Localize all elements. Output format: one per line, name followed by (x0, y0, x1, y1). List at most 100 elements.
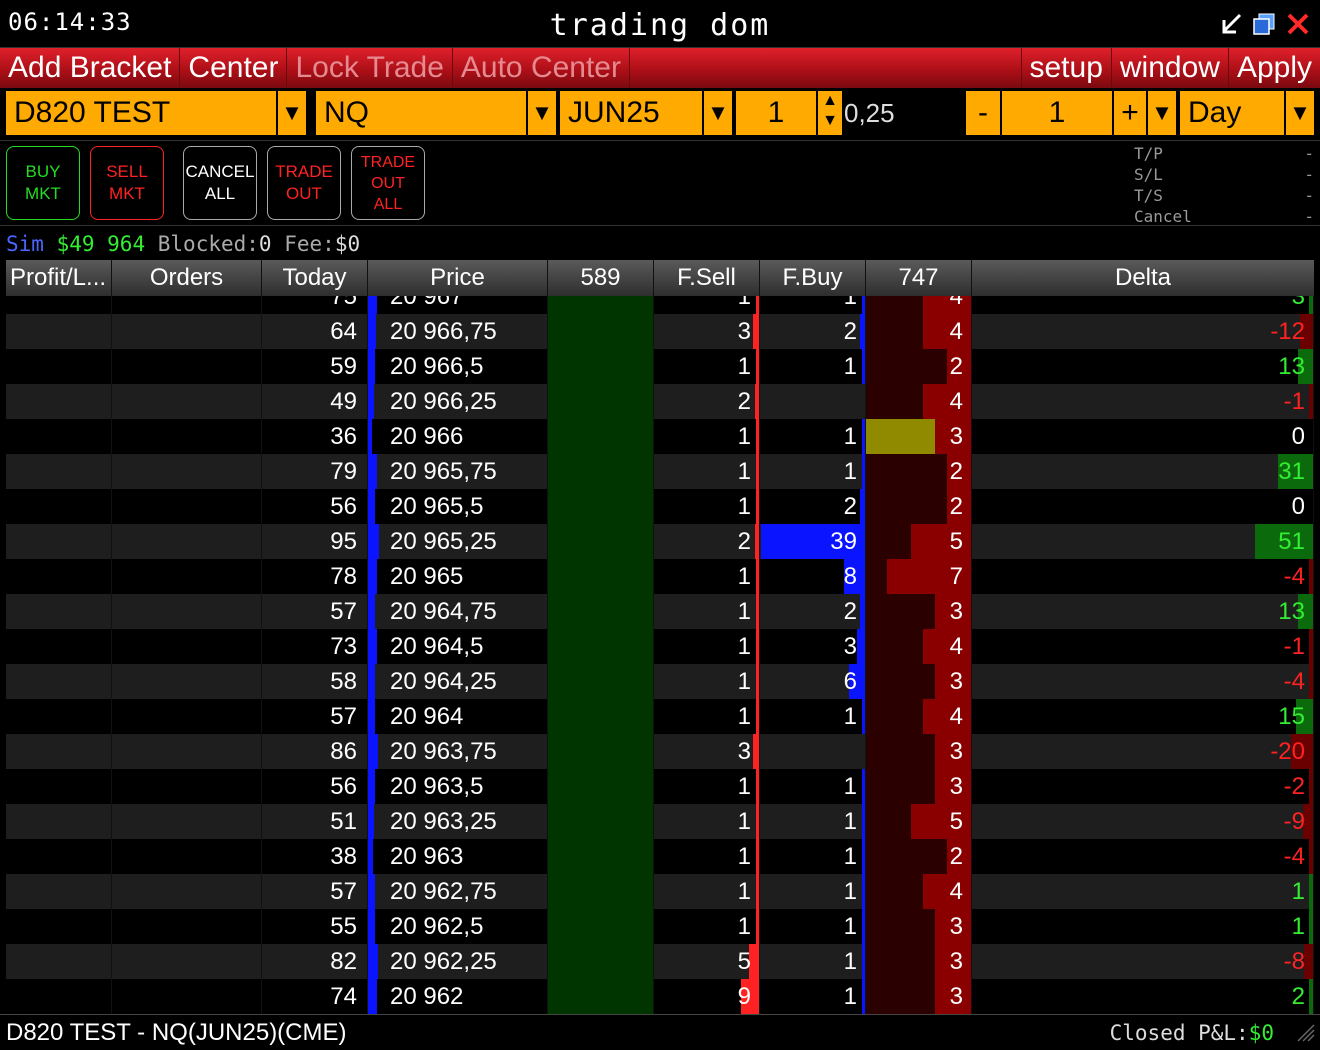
cancel-all-button[interactable]: CANCEL ALL (183, 146, 257, 220)
orders-cell[interactable] (112, 559, 262, 594)
fsell-cell[interactable]: 1 (654, 839, 760, 874)
fsell-cell[interactable]: 1 (654, 629, 760, 664)
fbuy-cell[interactable]: 1 (760, 419, 866, 454)
dom-row[interactable]: 86 20 963,75 3 3 -20 (6, 734, 1314, 769)
center-button[interactable]: Center (180, 48, 288, 88)
dom-row[interactable]: 73 20 964,5 1 3 4 -1 (6, 629, 1314, 664)
ask-volume-cell[interactable] (548, 314, 654, 349)
col-price[interactable]: Price (368, 260, 548, 296)
fbuy-cell[interactable]: 1 (760, 804, 866, 839)
dom-row[interactable]: 57 20 964,75 1 2 3 13 (6, 594, 1314, 629)
ask-volume-cell[interactable] (548, 874, 654, 909)
today-cell[interactable]: 56 (262, 489, 368, 524)
minimize-icon[interactable] (1218, 10, 1246, 38)
volume-cell[interactable]: 5 (866, 804, 972, 839)
delta-cell[interactable]: -9 (972, 804, 1314, 839)
orders-cell[interactable] (112, 384, 262, 419)
volume-cell[interactable]: 2 (866, 454, 972, 489)
profit-loss-cell[interactable] (6, 349, 112, 384)
delta-cell[interactable]: -4 (972, 839, 1314, 874)
fbuy-cell[interactable]: 2 (760, 594, 866, 629)
profit-loss-cell[interactable] (6, 524, 112, 559)
profit-loss-cell[interactable] (6, 804, 112, 839)
today-cell[interactable]: 86 (262, 734, 368, 769)
orders-cell[interactable] (112, 629, 262, 664)
today-cell[interactable]: 75 (262, 296, 368, 314)
resize-grip-icon[interactable] (1294, 1021, 1316, 1048)
profit-loss-cell[interactable] (6, 944, 112, 979)
quantity-stepper-icon[interactable]: ▲ ▼ (816, 91, 842, 135)
price-cell[interactable]: 20 965,25 (368, 524, 548, 559)
fsell-cell[interactable]: 1 (654, 296, 760, 314)
fsell-cell[interactable]: 1 (654, 349, 760, 384)
fbuy-cell[interactable]: 1 (760, 944, 866, 979)
price-cell[interactable]: 20 965 (368, 559, 548, 594)
apply-button[interactable]: Apply (1229, 48, 1320, 88)
profit-loss-cell[interactable] (6, 699, 112, 734)
dom-row[interactable]: 55 20 962,5 1 1 3 1 (6, 909, 1314, 944)
fbuy-cell[interactable]: 1 (760, 349, 866, 384)
volume-cell[interactable]: 4 (866, 314, 972, 349)
fbuy-cell[interactable]: 1 (760, 979, 866, 1014)
trade-out-all-button[interactable]: TRADE OUT ALL (351, 146, 425, 220)
today-cell[interactable]: 57 (262, 594, 368, 629)
col-profit-loss[interactable]: Profit/L... (6, 260, 112, 296)
today-cell[interactable]: 57 (262, 699, 368, 734)
fsell-cell[interactable]: 1 (654, 419, 760, 454)
dom-row[interactable]: 78 20 965 1 8 7 -4 (6, 559, 1314, 594)
profit-loss-cell[interactable] (6, 874, 112, 909)
auto-center-button[interactable]: Auto Center (453, 48, 630, 88)
today-cell[interactable]: 95 (262, 524, 368, 559)
fbuy-cell[interactable]: 6 (760, 664, 866, 699)
dom-row[interactable]: 59 20 966,5 1 1 2 13 (6, 349, 1314, 384)
profit-loss-cell[interactable] (6, 769, 112, 804)
plus-button[interactable]: + (1114, 91, 1146, 135)
orders-cell[interactable] (112, 664, 262, 699)
ask-volume-cell[interactable] (548, 594, 654, 629)
dom-row[interactable]: 57 20 962,75 1 1 4 1 (6, 874, 1314, 909)
fsell-cell[interactable]: 2 (654, 524, 760, 559)
orders-cell[interactable] (112, 594, 262, 629)
today-cell[interactable]: 59 (262, 349, 368, 384)
col-today[interactable]: Today (262, 260, 368, 296)
trade-out-button[interactable]: TRADE OUT (267, 146, 341, 220)
price-cell[interactable]: 20 963,5 (368, 769, 548, 804)
orders-cell[interactable] (112, 979, 262, 1014)
ask-volume-cell[interactable] (548, 699, 654, 734)
ask-volume-cell[interactable] (548, 734, 654, 769)
dom-row[interactable]: 38 20 963 1 1 2 -4 (6, 839, 1314, 874)
volume-cell[interactable]: 4 (866, 874, 972, 909)
price-cell[interactable]: 20 962,75 (368, 874, 548, 909)
col-volume[interactable]: 747 (866, 260, 972, 296)
dom-row[interactable]: 82 20 962,25 5 1 3 -8 (6, 944, 1314, 979)
ask-volume-cell[interactable] (548, 559, 654, 594)
profit-loss-cell[interactable] (6, 594, 112, 629)
orders-cell[interactable] (112, 296, 262, 314)
ask-volume-cell[interactable] (548, 979, 654, 1014)
price-cell[interactable]: 20 965,5 (368, 489, 548, 524)
fbuy-cell[interactable]: 8 (760, 559, 866, 594)
fsell-cell[interactable]: 1 (654, 594, 760, 629)
order-quantity-input[interactable]: 1 (1002, 91, 1112, 135)
dom-row[interactable]: 51 20 963,25 1 1 5 -9 (6, 804, 1314, 839)
today-cell[interactable]: 79 (262, 454, 368, 489)
dom-row[interactable]: 56 20 963,5 1 1 3 -2 (6, 769, 1314, 804)
expiry-select[interactable]: JUN25 (560, 91, 702, 135)
volume-cell[interactable]: 3 (866, 664, 972, 699)
account-dropdown-icon[interactable]: ▼ (276, 91, 306, 135)
price-cell[interactable]: 20 966,25 (368, 384, 548, 419)
profit-loss-cell[interactable] (6, 979, 112, 1014)
ask-volume-cell[interactable] (548, 296, 654, 314)
fsell-cell[interactable]: 3 (654, 734, 760, 769)
delta-cell[interactable]: -4 (972, 664, 1314, 699)
tif-select[interactable]: Day (1180, 91, 1284, 135)
orders-cell[interactable] (112, 489, 262, 524)
fbuy-cell[interactable] (760, 384, 866, 419)
fsell-cell[interactable]: 1 (654, 769, 760, 804)
profit-loss-cell[interactable] (6, 734, 112, 769)
fbuy-cell[interactable]: 1 (760, 699, 866, 734)
lock-trade-button[interactable]: Lock Trade (287, 48, 453, 88)
orders-cell[interactable] (112, 909, 262, 944)
volume-cell[interactable]: 3 (866, 769, 972, 804)
dom-row[interactable]: 49 20 966,25 2 4 -1 (6, 384, 1314, 419)
